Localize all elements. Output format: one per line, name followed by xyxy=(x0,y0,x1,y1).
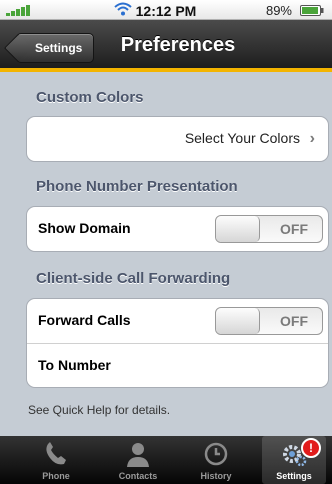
phone-presentation-group: Show Domain OFF xyxy=(26,206,329,252)
tab-phone[interactable]: Phone xyxy=(24,436,88,484)
show-domain-label: Show Domain xyxy=(38,220,131,236)
tab-label: History xyxy=(200,471,232,481)
alert-badge: ! xyxy=(301,438,321,458)
tab-bar: Phone Contacts History ! Settings xyxy=(0,436,332,484)
navigation-bar: Settings Preferences xyxy=(0,20,332,72)
tab-history[interactable]: History xyxy=(184,436,248,484)
show-domain-toggle[interactable]: OFF xyxy=(215,215,323,243)
tab-contacts[interactable]: Contacts xyxy=(106,436,170,484)
contacts-icon xyxy=(127,443,149,467)
status-bar: 12:12 PM 89% xyxy=(0,0,332,20)
battery-percent: 89% xyxy=(265,3,292,18)
section-header-custom-colors: Custom Colors xyxy=(36,89,144,106)
tab-label: Phone xyxy=(42,471,70,481)
clock-icon xyxy=(204,442,228,466)
call-forwarding-group: Forward Calls OFF To Number xyxy=(26,298,329,388)
toggle-knob xyxy=(216,308,260,334)
phone-icon xyxy=(46,442,66,465)
back-button-label: Settings xyxy=(35,41,83,55)
tab-label: Contacts xyxy=(118,471,158,481)
toggle-knob xyxy=(216,216,260,242)
show-domain-row: Show Domain OFF xyxy=(27,207,328,251)
forward-calls-toggle[interactable]: OFF xyxy=(215,307,323,335)
section-header-call-forwarding: Client-side Call Forwarding xyxy=(36,270,231,287)
tab-label: Settings xyxy=(276,471,312,481)
to-number-row[interactable]: To Number xyxy=(27,343,328,387)
toggle-state-label: OFF xyxy=(280,313,308,329)
toggle-state-label: OFF xyxy=(280,221,308,237)
forward-calls-row: Forward Calls OFF xyxy=(27,299,328,343)
custom-colors-group: Select Your Colors › xyxy=(26,116,329,162)
quick-help-note: See Quick Help for details. xyxy=(28,403,171,417)
battery-icon xyxy=(300,5,324,16)
tab-settings[interactable]: ! Settings xyxy=(262,436,326,484)
select-colors-label: Select Your Colors xyxy=(184,130,300,146)
select-colors-row[interactable]: Select Your Colors › xyxy=(27,117,328,161)
forward-calls-label: Forward Calls xyxy=(38,312,131,328)
section-header-phone-presentation: Phone Number Presentation xyxy=(36,178,238,195)
to-number-label: To Number xyxy=(38,357,111,373)
chevron-right-icon: › xyxy=(309,130,315,147)
